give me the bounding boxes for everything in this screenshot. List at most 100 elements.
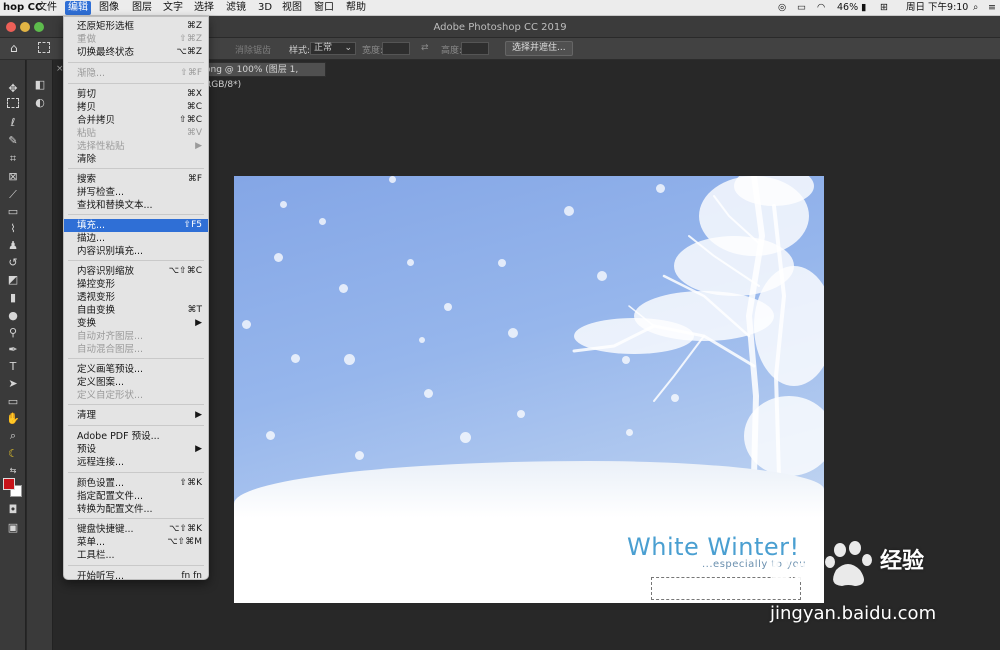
edit-menu-item[interactable]: 转换为配置文件... xyxy=(64,503,208,516)
edit-menu-item[interactable]: 清除 xyxy=(64,153,208,166)
input-method-icon[interactable]: ⊞ xyxy=(880,2,888,14)
hand-tool-icon[interactable]: ✋ xyxy=(4,412,22,426)
edit-menu-item[interactable]: 颜色设置... ⇧⌘K xyxy=(64,477,208,490)
edit-menu-item[interactable]: 清理 ▶ xyxy=(64,409,208,422)
menu-item-label: Adobe PDF 预设... xyxy=(77,431,160,442)
blur-tool-icon[interactable]: ● xyxy=(4,309,22,323)
menu-view[interactable]: 视图 xyxy=(279,1,305,15)
menu-select[interactable]: 选择 xyxy=(191,1,217,15)
edit-menu-item[interactable]: 操控变形 xyxy=(64,278,208,291)
gradient-tool-icon[interactable]: ▮ xyxy=(4,291,22,305)
edit-menu-item[interactable]: 自由变换 ⌘T xyxy=(64,304,208,317)
edit-menu-item[interactable]: 内容识别填充... xyxy=(64,245,208,258)
edit-menu-item[interactable]: 变换 ▶ xyxy=(64,317,208,330)
menu-layer[interactable]: 图层 xyxy=(129,1,155,15)
edit-menu-item[interactable]: 开始听写... fn fn xyxy=(64,570,208,583)
edit-menu-item[interactable]: 透视变形 xyxy=(64,291,208,304)
history-brush-tool-icon[interactable]: ↺ xyxy=(4,256,22,270)
menu-image[interactable]: 图像 xyxy=(96,1,122,15)
menu-item-label: 内容识别填充... xyxy=(77,246,144,257)
path-selection-tool-icon[interactable]: ➤ xyxy=(4,377,22,391)
edit-menu-item[interactable]: 剪切 ⌘X xyxy=(64,88,208,101)
clock[interactable]: 周日 下午9:10 xyxy=(906,2,968,14)
baidu-jingyan-watermark: Bai 经验 jingyan.baidu.com xyxy=(770,540,1000,650)
menu-type[interactable]: 文字 xyxy=(160,1,186,15)
healing-brush-tool-icon[interactable]: ▭ xyxy=(4,205,22,219)
edit-menu-item[interactable]: 内容识别缩放 ⌥⇧⌘C xyxy=(64,265,208,278)
edit-menu-item[interactable]: 指定配置文件... xyxy=(64,490,208,503)
notification-icon[interactable]: ≡ xyxy=(988,2,996,14)
menu-3d[interactable]: 3D xyxy=(255,1,275,15)
menu-item-label: 预设 xyxy=(77,444,97,455)
edit-menu-item[interactable]: 填充... ⇧F5 xyxy=(64,219,208,232)
menu-item-shortcut: ⌥⇧⌘M xyxy=(167,537,202,547)
dodge-tool-icon[interactable]: ⚲ xyxy=(4,326,22,340)
type-tool-icon[interactable]: T xyxy=(4,360,22,374)
airplay-icon[interactable]: ▭ xyxy=(797,2,806,14)
edit-menu-item[interactable]: 查找和替换文本... xyxy=(64,199,208,212)
menu-filter[interactable]: 滤镜 xyxy=(223,1,249,15)
edit-menu-item[interactable]: 合并拷贝 ⇧⌘C xyxy=(64,114,208,127)
home-icon[interactable]: ⌂ xyxy=(10,41,18,55)
move-tool-icon[interactable]: ✥ xyxy=(4,82,22,96)
edit-menu-item[interactable]: 拷贝 ⌘C xyxy=(64,101,208,114)
edit-menu-item[interactable]: 菜单... ⌥⇧⌘M xyxy=(64,536,208,549)
menu-item-label: 清除 xyxy=(77,154,97,165)
quick-mask-icon[interactable]: ◘ xyxy=(4,503,22,517)
edit-menu-item: 自动对齐图层... xyxy=(64,330,208,343)
swap-icon[interactable]: ⇄ xyxy=(421,43,429,53)
adjustments-panel-icon[interactable]: ◐ xyxy=(31,96,49,110)
edit-menu-item[interactable]: Adobe PDF 预设... xyxy=(64,430,208,443)
edit-menu-item[interactable]: 搜索 ⌘F xyxy=(64,173,208,186)
width-input[interactable] xyxy=(382,42,410,55)
default-colors-icon[interactable]: ⇆ xyxy=(4,464,22,478)
menu-item-label: 拼写检查... xyxy=(77,187,125,198)
crop-tool-icon[interactable]: ⌗ xyxy=(4,152,22,166)
edit-menu-item[interactable]: 描边... xyxy=(64,232,208,245)
wifi-icon[interactable]: ◠ xyxy=(817,2,825,14)
tools-panel: ✥ ℓ ✎ ⌗ ⊠ ⟋ ▭ ⌇ ♟ ↺ ◩ ▮ ● ⚲ ✒ T ➤ ▭ ✋ ⌕ … xyxy=(0,60,26,650)
style-select[interactable]: 正常 ⌄ xyxy=(310,42,356,55)
battery-percent[interactable]: 46% xyxy=(837,2,858,14)
zoom-tool-icon[interactable]: ⌕ xyxy=(4,429,22,443)
edit-menu-item[interactable]: 工具栏... xyxy=(64,549,208,562)
lasso-tool-icon[interactable]: ℓ xyxy=(4,116,22,130)
menu-help[interactable]: 帮助 xyxy=(343,1,369,15)
layers-panel-icon[interactable]: ◧ xyxy=(31,78,49,92)
svg-text:Bai: Bai xyxy=(770,553,823,588)
battery-icon[interactable]: ▮ xyxy=(861,2,866,14)
creative-cloud-icon[interactable]: ◎ xyxy=(778,2,786,14)
edit-menu-item[interactable]: 定义画笔预设... xyxy=(64,363,208,376)
pen-tool-icon[interactable]: ✒ xyxy=(4,343,22,357)
menu-item-shortcut: ⇧⌘C xyxy=(179,115,202,125)
edit-menu-item[interactable]: 定义图案... xyxy=(64,376,208,389)
edit-menu-item[interactable]: 还原矩形选框 ⌘Z xyxy=(64,20,208,33)
quick-selection-tool-icon[interactable]: ✎ xyxy=(4,134,22,148)
edit-menu-item[interactable]: 预设 ▶ xyxy=(64,443,208,456)
frame-tool-icon[interactable]: ⊠ xyxy=(4,170,22,184)
clone-stamp-tool-icon[interactable]: ♟ xyxy=(4,239,22,253)
marquee-tool-preset-icon[interactable] xyxy=(38,42,50,53)
rectangular-marquee-tool-icon[interactable] xyxy=(7,98,19,108)
brush-tool-icon[interactable]: ⌇ xyxy=(4,222,22,236)
spotlight-icon[interactable]: ⌕ xyxy=(973,2,978,14)
edit-menu-item[interactable]: 远程连接... xyxy=(64,456,208,469)
height-input[interactable] xyxy=(461,42,489,55)
eraser-tool-icon[interactable]: ◩ xyxy=(4,273,22,287)
menu-item-label: 渐隐... xyxy=(77,68,106,79)
eyedropper-tool-icon[interactable]: ⟋ xyxy=(4,188,22,202)
document-canvas[interactable]: White Winter! ...especially to you xyxy=(234,176,824,603)
rectangle-tool-icon[interactable]: ▭ xyxy=(4,395,22,409)
edit-toolbar-icon[interactable]: ☾ xyxy=(4,447,22,461)
select-and-mask-button[interactable]: 选择并遮住... xyxy=(505,41,573,56)
edit-menu-item[interactable]: 拼写检查... xyxy=(64,186,208,199)
document-tab[interactable]: ong @ 100% (图层 1, RGB/8*) xyxy=(200,62,326,90)
foreground-color-swatch[interactable] xyxy=(3,478,15,490)
menu-file[interactable]: 文件 xyxy=(34,1,60,15)
edit-menu-item[interactable]: 切换最终状态 ⌥⌘Z xyxy=(64,46,208,59)
menu-item-label: 还原矩形选框 xyxy=(77,21,135,32)
screen-mode-icon[interactable]: ▣ xyxy=(4,521,22,535)
edit-menu-item[interactable]: 键盘快捷键... ⌥⇧⌘K xyxy=(64,523,208,536)
menu-edit[interactable]: 编辑 xyxy=(65,1,91,15)
menu-window[interactable]: 窗口 xyxy=(311,1,337,15)
